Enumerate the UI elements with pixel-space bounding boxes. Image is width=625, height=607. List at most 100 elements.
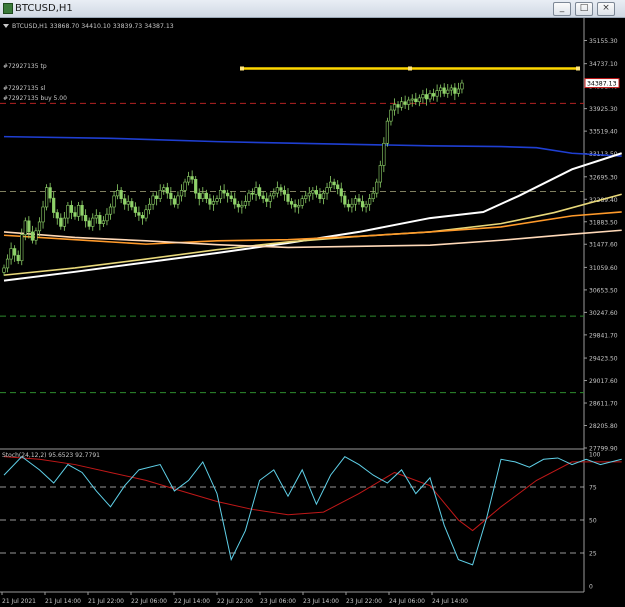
x-tick-label: 22 Jul 22:00	[217, 598, 253, 605]
candle-body	[399, 101, 404, 108]
candle-body	[151, 195, 155, 205]
candle-body	[2, 267, 6, 273]
candle-body	[218, 190, 223, 199]
stoch-tick-label: 75	[589, 485, 597, 492]
candle-body	[343, 195, 347, 205]
candle-body	[254, 187, 258, 195]
candle-body	[318, 193, 322, 199]
candle-body	[87, 220, 91, 227]
y-tick-label: 29841.70	[589, 332, 618, 339]
candle-body	[311, 190, 315, 194]
candle-body	[147, 203, 152, 211]
y-tick-label: 31477.60	[589, 242, 618, 249]
candle-body	[371, 192, 375, 199]
candle-body	[382, 142, 386, 166]
x-tick-label: 23 Jul 22:00	[346, 598, 382, 605]
close-button[interactable]: ×	[597, 2, 615, 16]
stoch-tick-label: 100	[589, 452, 601, 459]
candle-body	[158, 190, 162, 199]
candle-body	[165, 187, 169, 194]
candle-body	[346, 203, 350, 208]
candle-body	[176, 195, 180, 205]
stoch-label: Stoch(24,12,2) 95.6523 92.7791	[2, 452, 100, 459]
candle-body	[69, 205, 74, 213]
candle-body	[265, 198, 269, 202]
order-label: #72927135 sl	[3, 85, 46, 92]
candle-body	[407, 99, 411, 105]
candle-body	[41, 206, 45, 223]
tp-handle	[408, 66, 412, 71]
candle-body	[5, 258, 10, 269]
window-titlebar[interactable]: BTCUSD,H1 _ □ ×	[0, 0, 625, 18]
y-tick-label: 28205.80	[589, 423, 618, 430]
candle-body	[339, 188, 343, 197]
candle-body	[304, 195, 308, 199]
minimize-button[interactable]: _	[553, 2, 571, 16]
candle-body	[250, 192, 255, 195]
candle-body	[421, 94, 425, 99]
y-tick-label: 28611.70	[589, 401, 618, 408]
candle-body	[368, 198, 372, 205]
candle-body	[27, 220, 31, 233]
candle-body	[396, 104, 400, 108]
candle-body	[98, 215, 102, 224]
candle-body	[307, 192, 311, 197]
y-tick-label: 35155.30	[589, 38, 618, 45]
candle-body	[155, 195, 159, 199]
candle-body	[378, 165, 382, 183]
candle-body	[144, 209, 148, 219]
x-tick-label: 23 Jul 06:00	[260, 598, 296, 605]
candle-body	[222, 190, 226, 194]
y-tick-label: 32695.30	[589, 174, 618, 181]
candle-body	[385, 120, 390, 144]
candle-body	[268, 195, 272, 202]
candle-body	[194, 178, 198, 194]
stoch-tick-label: 50	[589, 518, 597, 525]
candle-body	[140, 215, 145, 219]
order-label: #72927135 tp	[3, 63, 47, 70]
y-tick-label: 29017.60	[589, 378, 618, 385]
candle-body	[116, 190, 120, 197]
candle-body	[300, 198, 304, 206]
candle-body	[453, 87, 457, 94]
candle-body	[282, 190, 287, 195]
candle-body	[336, 184, 340, 190]
candle-body	[101, 220, 105, 224]
candle-body	[375, 181, 379, 194]
candle-body	[105, 213, 109, 222]
candle-body	[91, 217, 95, 227]
candle-body	[314, 190, 319, 195]
candle-body	[204, 192, 208, 199]
candle-body	[130, 201, 134, 208]
candle-body	[59, 217, 63, 227]
candle-body	[112, 195, 116, 208]
candle-body	[325, 187, 329, 194]
y-tick-label: 34737.10	[589, 61, 618, 68]
candle-body	[279, 187, 283, 191]
price-chart[interactable]: 35155.3034737.1034331.4033925.3033519.40…	[0, 18, 625, 607]
candle-body	[94, 215, 98, 219]
candle-body	[328, 181, 333, 188]
candle-body	[446, 89, 450, 94]
candle-body	[243, 201, 248, 206]
candle-body	[392, 104, 397, 111]
candle-body	[44, 187, 49, 208]
candle-body	[289, 201, 294, 205]
candle-body	[52, 197, 56, 213]
candle-body	[16, 254, 20, 262]
candle-body	[410, 98, 414, 101]
candle-body	[435, 90, 439, 97]
candle-body	[360, 201, 365, 208]
candle-body	[30, 231, 35, 241]
candle-body	[442, 87, 446, 94]
candle-body	[428, 93, 432, 100]
maximize-button[interactable]: □	[575, 2, 593, 16]
candle-body	[417, 97, 421, 103]
candle-body	[229, 195, 233, 199]
tp-handle	[576, 66, 580, 71]
candle-body	[215, 198, 219, 202]
candle-body	[439, 87, 443, 91]
symbol-info: BTCUSD,H1 33868.70 34410.10 33839.73 343…	[12, 23, 174, 30]
candle-body	[211, 201, 216, 205]
candle-body	[66, 205, 70, 219]
